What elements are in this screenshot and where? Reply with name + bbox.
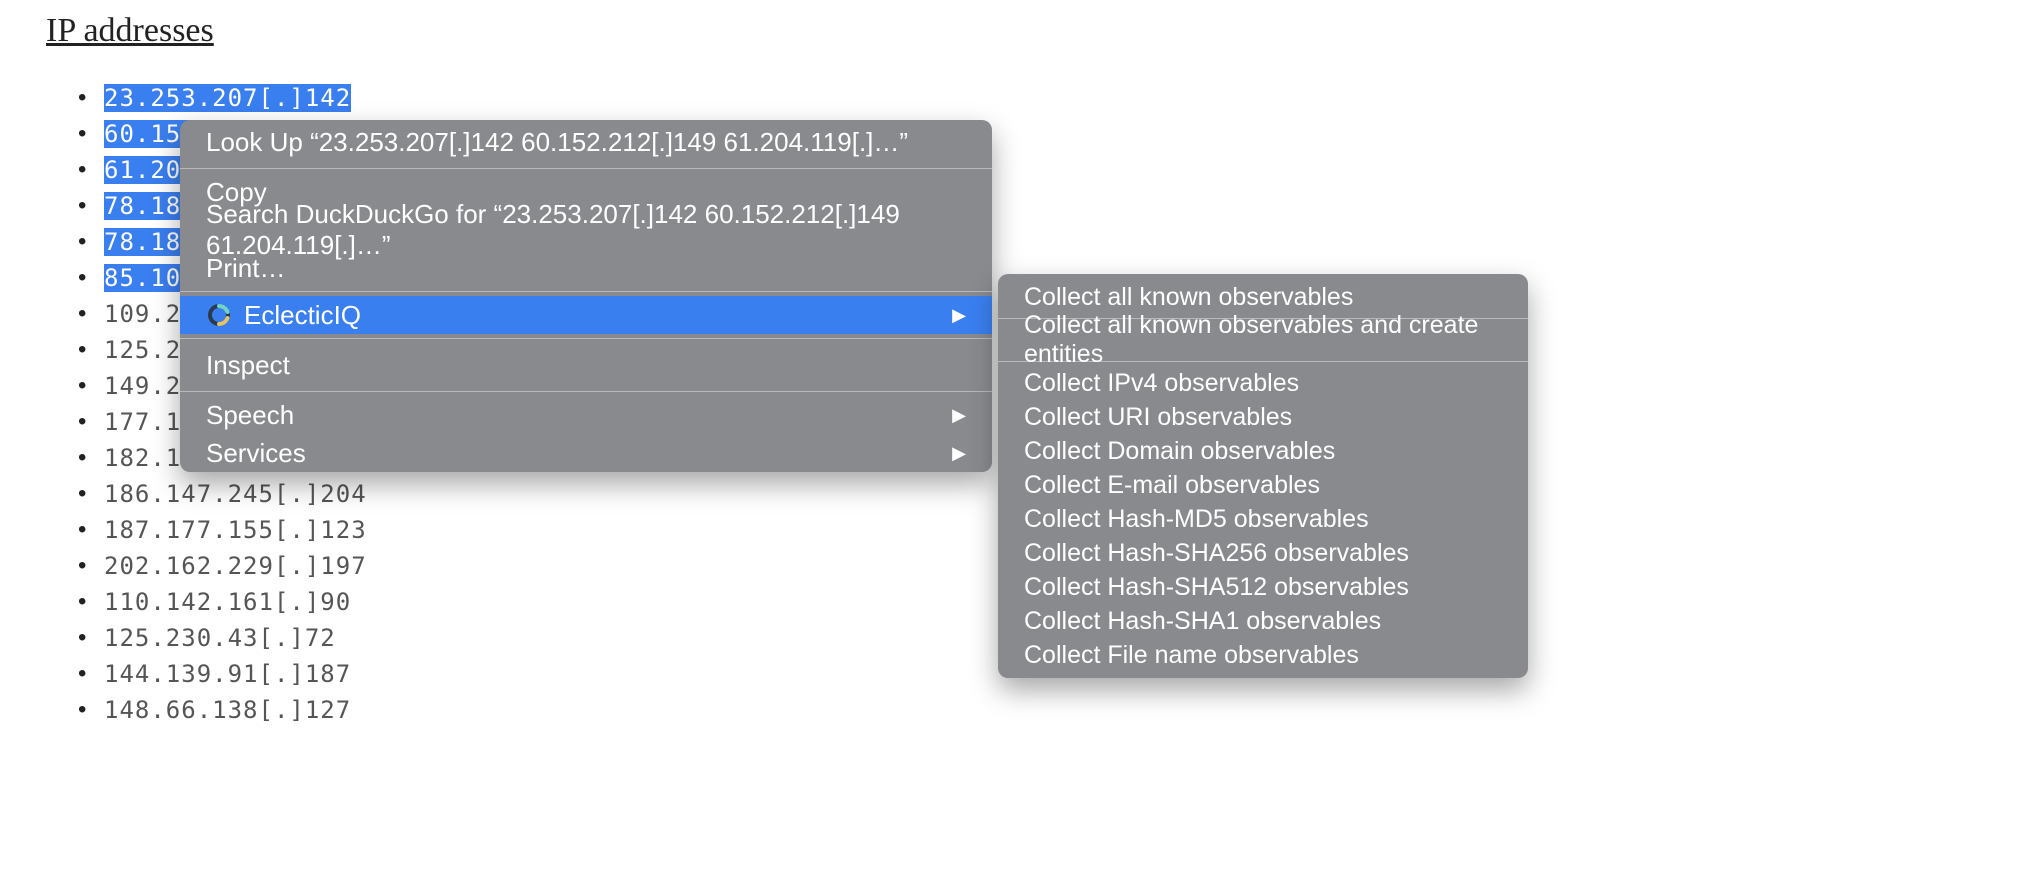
- list-item: 186.147.245[.]204: [78, 476, 367, 512]
- menu-item-print[interactable]: Print…: [180, 249, 992, 287]
- menu-item-search[interactable]: Search DuckDuckGo for “23.253.207[.]142 …: [180, 211, 992, 249]
- ip-address-value[interactable]: 148.66.138[.]127: [104, 696, 351, 724]
- ip-address-value[interactable]: 202.162.229[.]197: [104, 552, 367, 580]
- menu-item-lookup[interactable]: Look Up “23.253.207[.]142 60.152.212[.]1…: [180, 120, 992, 164]
- ip-address-value[interactable]: 110.142.161[.]90: [104, 588, 351, 616]
- menu-item-label: EclecticIQ: [244, 300, 361, 331]
- chevron-right-icon: ▶: [952, 405, 966, 426]
- list-item: 187.177.155[.]123: [78, 512, 367, 548]
- submenu-collect-domain[interactable]: Collect Domain observables: [998, 434, 1528, 468]
- eclecticiq-icon: [206, 302, 232, 328]
- eclecticiq-submenu: Collect all known observables Collect al…: [998, 274, 1528, 678]
- list-item: 148.66.138[.]127: [78, 692, 367, 728]
- menu-item-services[interactable]: Services ▶: [180, 434, 992, 472]
- menu-item-eclecticiq[interactable]: EclecticIQ ▶: [180, 296, 992, 334]
- menu-item-label: Speech: [206, 400, 294, 431]
- submenu-collect-email[interactable]: Collect E-mail observables: [998, 468, 1528, 502]
- list-item: 23.253.207[.]142: [78, 80, 367, 116]
- list-item: 202.162.229[.]197: [78, 548, 367, 584]
- menu-item-label: Services: [206, 438, 306, 469]
- list-item: 144.139.91[.]187: [78, 656, 367, 692]
- ip-address-value[interactable]: 23.253.207[.]142: [104, 84, 351, 112]
- submenu-collect-ipv4[interactable]: Collect IPv4 observables: [998, 366, 1528, 400]
- ip-address-value[interactable]: 144.139.91[.]187: [104, 660, 351, 688]
- page-title: IP addresses: [46, 12, 214, 50]
- submenu-collect-uri[interactable]: Collect URI observables: [998, 400, 1528, 434]
- menu-separator: [180, 391, 992, 392]
- chevron-right-icon: ▶: [952, 305, 966, 326]
- submenu-collect-md5[interactable]: Collect Hash-MD5 observables: [998, 502, 1528, 536]
- submenu-collect-all-entities[interactable]: Collect all known observables and create…: [998, 323, 1528, 357]
- ip-address-value[interactable]: 187.177.155[.]123: [104, 516, 367, 544]
- menu-separator: [180, 291, 992, 292]
- list-item: 110.142.161[.]90: [78, 584, 367, 620]
- menu-item-inspect[interactable]: Inspect: [180, 343, 992, 387]
- submenu-collect-all[interactable]: Collect all known observables: [998, 280, 1528, 314]
- submenu-collect-sha1[interactable]: Collect Hash-SHA1 observables: [998, 604, 1528, 638]
- context-menu: Look Up “23.253.207[.]142 60.152.212[.]1…: [180, 120, 992, 472]
- ip-address-value[interactable]: 125.230.43[.]72: [104, 624, 336, 652]
- submenu-collect-sha512[interactable]: Collect Hash-SHA512 observables: [998, 570, 1528, 604]
- submenu-collect-filename[interactable]: Collect File name observables: [998, 638, 1528, 672]
- menu-separator: [180, 338, 992, 339]
- chevron-right-icon: ▶: [952, 443, 966, 464]
- menu-item-speech[interactable]: Speech ▶: [180, 396, 992, 434]
- list-item: 125.230.43[.]72: [78, 620, 367, 656]
- ip-address-value[interactable]: 186.147.245[.]204: [104, 480, 367, 508]
- submenu-collect-sha256[interactable]: Collect Hash-SHA256 observables: [998, 536, 1528, 570]
- menu-separator: [180, 168, 992, 169]
